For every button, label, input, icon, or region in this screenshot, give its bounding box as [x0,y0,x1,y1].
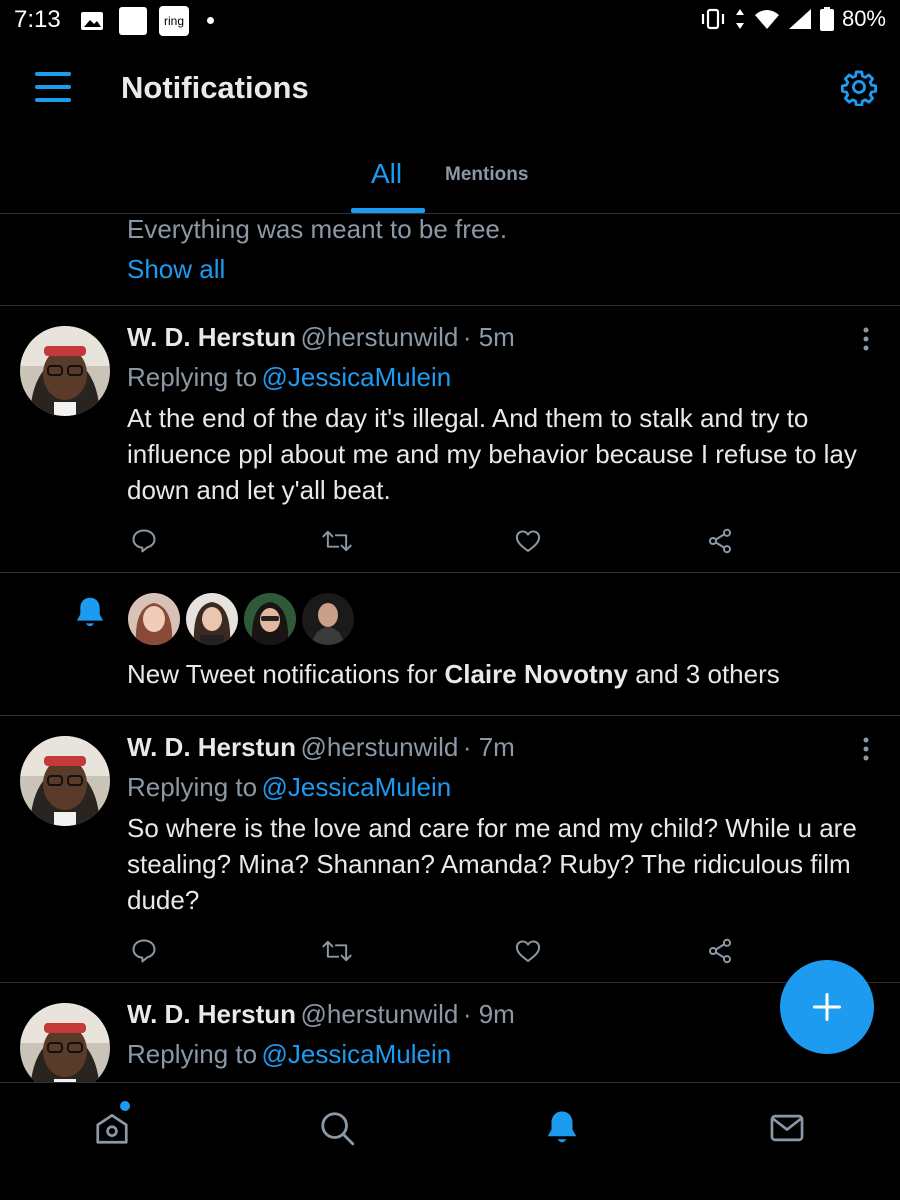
status-right: 5 80% [700,6,886,32]
ring-label: ring [163,14,184,28]
notification-user-name: Claire Novotny [444,659,628,689]
avatar[interactable] [20,326,110,416]
like-heart-icon[interactable] [514,527,542,555]
tweet-2[interactable]: W. D. Herstun @herstunwild · 7m Replying… [0,716,900,982]
tweet-3[interactable]: W. D. Herstun @herstunwild · 9m Replying… [0,983,900,1082]
app-notification-icon [119,7,147,35]
bottom-navigation [0,1082,900,1200]
page-title: Notifications [121,70,309,105]
gear-icon[interactable] [840,68,878,106]
author-name[interactable]: W. D. Herstun [127,322,296,352]
avatar[interactable] [128,593,180,645]
tweet-time: · 5m [462,322,515,352]
tweet-text: At the end of the day it's illegal. And … [127,403,857,505]
data-arrows-icon [735,9,744,29]
status-time: 7:13 [14,6,61,33]
avatar[interactable] [20,736,110,826]
author-name[interactable]: W. D. Herstun [127,732,296,762]
notification-bell-icon [76,597,104,627]
reply-icon[interactable] [130,937,158,965]
replying-to: Replying to @JessicaMulein [127,772,451,803]
home-unread-dot [120,1101,130,1111]
share-icon[interactable] [706,937,734,965]
replying-handle-link[interactable]: @JessicaMulein [262,1039,452,1069]
more-dot-icon [207,17,214,24]
author-handle[interactable]: @herstunwild [300,322,458,352]
gallery-icon [81,12,103,30]
home-icon[interactable] [93,1109,131,1147]
like-heart-icon[interactable] [514,937,542,965]
reply-icon[interactable] [130,527,158,555]
battery-percent: 80% [841,6,886,31]
notification-prefix: New Tweet notifications for [127,659,438,689]
compose-tweet-button[interactable] [780,960,874,1054]
tweet-header: W. D. Herstun @herstunwild · 7m [127,732,515,763]
author-handle[interactable]: @herstunwild [300,732,458,762]
tweet-header: W. D. Herstun @herstunwild · 9m [127,999,515,1030]
truncated-text: Everything was meant to be free. [127,214,508,244]
signal-icon [788,9,811,29]
network-type: 5 [773,18,780,30]
hamburger-menu-icon[interactable] [33,70,73,104]
tweet-time: · 7m [462,732,515,762]
notification-text: New Tweet notifications for Claire Novot… [127,659,780,690]
status-bar: 7:13 ring 5 80% [0,0,900,42]
replying-to: Replying to @JessicaMulein [127,362,451,393]
plus-icon [813,993,841,1021]
replying-prefix: Replying to [127,362,258,392]
more-options-icon[interactable] [860,326,872,352]
more-options-icon[interactable] [860,736,872,762]
show-all-link[interactable]: Show all [127,254,225,285]
vibrate-icon [701,8,724,30]
tweet-1[interactable]: W. D. Herstun @herstunwild · 5m Replying… [0,306,900,572]
tweet-text: So where is the love and care for me and… [127,813,857,915]
battery-icon [819,7,834,31]
avatar[interactable] [186,593,238,645]
replying-prefix: Replying to [127,1039,258,1069]
retweet-icon[interactable] [321,937,353,965]
share-icon[interactable] [706,527,734,555]
replying-to: Replying to @JessicaMulein [127,1039,451,1070]
messages-mail-icon[interactable] [768,1109,806,1147]
avatar[interactable] [244,593,296,645]
replying-handle-link[interactable]: @JessicaMulein [262,772,452,802]
replying-handle-link[interactable]: @JessicaMulein [262,362,452,392]
author-name[interactable]: W. D. Herstun [127,999,296,1029]
retweet-icon[interactable] [321,527,353,555]
replying-prefix: Replying to [127,772,258,802]
ring-app-icon: ring [159,6,189,36]
search-icon[interactable] [318,1109,356,1147]
notifications-bell-icon[interactable] [544,1108,580,1148]
avatar[interactable] [20,1003,110,1082]
author-handle[interactable]: @herstunwild [300,999,458,1029]
tab-mentions[interactable]: Mentions [445,164,528,186]
tab-all[interactable]: All [371,158,402,190]
tweet-time: · 9m [462,999,515,1029]
notification-suffix: and 3 others [635,659,780,689]
tweet-header: W. D. Herstun @herstunwild · 5m [127,322,515,353]
new-tweets-notification[interactable]: New Tweet notifications for Claire Novot… [0,573,900,715]
avatar[interactable] [302,593,354,645]
